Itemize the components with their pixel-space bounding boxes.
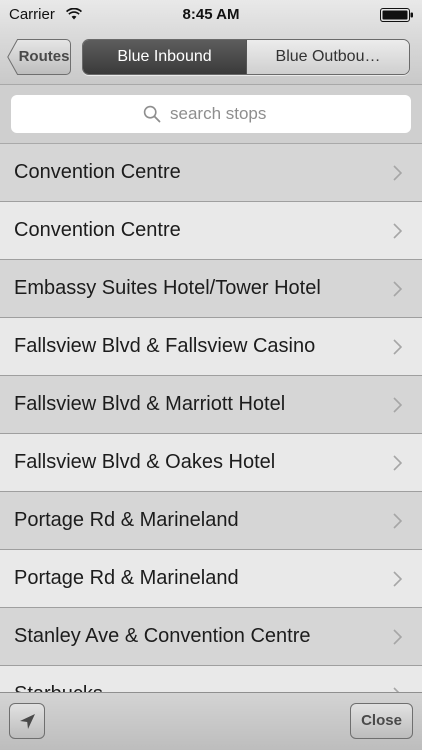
search-bar: search stops — [0, 85, 422, 144]
chevron-right-icon — [393, 571, 403, 587]
stop-list: Convention Centre Convention Centre Emba… — [0, 144, 422, 692]
list-item[interactable]: Stanley Ave & Convention Centre — [0, 608, 422, 666]
list-item[interactable]: Fallsview Blvd & Oakes Hotel — [0, 434, 422, 492]
chevron-right-icon — [393, 281, 403, 297]
routes-back-button[interactable]: Routes — [7, 39, 71, 75]
current-location-button[interactable] — [9, 703, 45, 739]
chevron-right-icon — [393, 223, 403, 239]
list-item[interactable]: Embassy Suites Hotel/Tower Hotel — [0, 260, 422, 318]
stop-label: Embassy Suites Hotel/Tower Hotel — [14, 277, 321, 299]
list-item[interactable]: Fallsview Blvd & Marriott Hotel — [0, 376, 422, 434]
chevron-right-icon — [393, 629, 403, 645]
stop-label: Fallsview Blvd & Marriott Hotel — [14, 393, 286, 415]
search-input[interactable]: search stops — [11, 95, 411, 133]
stop-label: Convention Centre — [14, 219, 181, 241]
search-icon — [143, 105, 161, 123]
battery-icon — [380, 8, 414, 22]
list-item[interactable]: Portage Rd & Marineland — [0, 550, 422, 608]
stop-label: Starbucks — [14, 666, 103, 692]
chevron-right-icon — [393, 339, 403, 355]
stop-label: Fallsview Blvd & Fallsview Casino — [14, 335, 316, 357]
segment-blue-outbound[interactable]: Blue Outbou… — [247, 40, 409, 74]
stop-label: Portage Rd & Marineland — [14, 509, 239, 531]
segment-blue-inbound[interactable]: Blue Inbound — [83, 40, 247, 74]
direction-segmented-control: Blue Inbound Blue Outbou… — [82, 39, 410, 75]
search-placeholder: search stops — [170, 104, 267, 123]
list-item[interactable]: Starbucks — [0, 666, 422, 692]
chevron-right-icon — [393, 165, 403, 181]
stop-label: Stanley Ave & Convention Centre — [14, 625, 311, 647]
navigation-bar: Routes Blue Inbound Blue Outbou… — [0, 30, 422, 85]
stop-label: Fallsview Blvd & Oakes Hotel — [14, 451, 276, 473]
chevron-right-icon — [393, 397, 403, 413]
list-item[interactable]: Portage Rd & Marineland — [0, 492, 422, 550]
chevron-right-icon — [393, 455, 403, 471]
list-item[interactable]: Convention Centre — [0, 202, 422, 260]
status-time: 8:45 AM — [182, 6, 240, 23]
stop-label: Portage Rd & Marineland — [14, 567, 239, 589]
stop-label: Convention Centre — [14, 161, 181, 183]
list-item[interactable]: Convention Centre — [0, 144, 422, 202]
bottom-toolbar: Close — [0, 692, 422, 750]
list-item[interactable]: Fallsview Blvd & Fallsview Casino — [0, 318, 422, 376]
back-button-label: Routes — [18, 48, 70, 65]
close-button[interactable]: Close — [350, 703, 413, 739]
status-bar: Carrier 8:45 AM — [0, 0, 422, 30]
chevron-right-icon — [393, 513, 403, 529]
